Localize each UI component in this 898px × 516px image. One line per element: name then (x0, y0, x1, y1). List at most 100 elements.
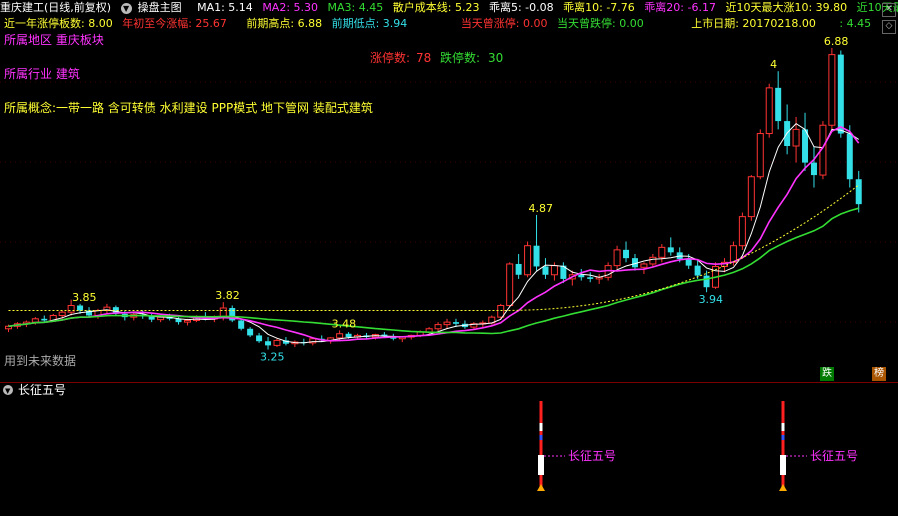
candle-body (828, 54, 836, 126)
candle-body (345, 333, 352, 338)
candle-body (756, 133, 764, 178)
signal-label-1: 长征五号 (568, 449, 616, 463)
candle-body (497, 305, 505, 318)
candle-body (542, 266, 549, 275)
candle-body (792, 128, 800, 147)
candle-body (694, 265, 701, 276)
candle-body (738, 216, 746, 247)
candle-body (846, 133, 853, 180)
candle-body (41, 318, 48, 321)
concept-label: 所属概念:一带一路 含可转债 水利建设 PPP模式 地下管网 装配式建筑 (4, 100, 373, 115)
candle-body (810, 162, 817, 176)
signal-label-2: 长征五号 (810, 449, 858, 463)
indicator-row-2: 近一年涨停板数: 8.00 年初至今涨幅: 25.67 前期高点: 6.88 前… (0, 16, 898, 32)
limit-down-count-value: 30 (488, 51, 503, 65)
window-controls: ✕ ◇ (881, 1, 896, 34)
bias5-value: 乖离5: -0.08 (488, 1, 554, 14)
candle-body (667, 247, 674, 253)
chevron-down-icon[interactable]: ▼ (120, 2, 132, 14)
candle-body (775, 87, 782, 122)
candle-body (649, 256, 657, 265)
fall-marker: 跌 (820, 367, 834, 381)
candle-body (77, 305, 84, 311)
listing-date-value: 上市日期: 20170218.00 (691, 17, 816, 30)
sub-indicator-panel[interactable]: ▼ 长征五号 长征五号 长征五号 (0, 383, 898, 516)
chart-menu[interactable]: ▼ 操盘主图 (120, 1, 188, 14)
candle-body (658, 246, 666, 258)
candle-body (443, 321, 451, 326)
price-label: 3.48 (332, 317, 357, 330)
candle-body (183, 319, 191, 323)
bias10-value: 乖离10: -7.76 (563, 1, 635, 14)
region-label: 所属地区 重庆板块 (4, 33, 104, 47)
candle-body (506, 263, 514, 307)
candle-body (578, 274, 585, 278)
candle-body (265, 341, 272, 346)
price-label: 3.82 (215, 289, 240, 302)
rocket-signal-2: 长征五号 (779, 401, 858, 491)
candle-body (238, 320, 245, 329)
ytd-change-value: 年初至今涨幅: 25.67 (122, 17, 227, 30)
candle-body (703, 275, 710, 288)
limit-up-count-label: 涨停数: (370, 50, 410, 65)
price-label: 6.88 (824, 35, 849, 48)
candle-body (452, 322, 459, 324)
price-labels: 3.85 3.82 3.48 3.25 4.87 3.94 6.88 4 (72, 35, 848, 364)
prev-low-value: 前期低点: 3.94 (331, 17, 408, 30)
stock-title[interactable]: 重庆建工(日线,前复权) (0, 1, 111, 14)
candle-body (587, 277, 594, 279)
candle-body (613, 249, 621, 267)
candle-body (533, 245, 540, 267)
close-icon[interactable]: ✕ (882, 3, 896, 17)
today-limit-down-value: 当天曾跌停: 0.00 (557, 17, 644, 30)
candle-body (273, 339, 281, 346)
indicator-header: 重庆建工(日线,前复权) ▼ 操盘主图 MA1: 5.14 MA2: 5.30 M… (0, 0, 898, 34)
price-label: 4.87 (529, 202, 554, 215)
industry-label: 所属行业 建筑 (4, 66, 80, 81)
limit-up-year-value: 近一年涨停板数: 8.00 (4, 17, 113, 30)
candle-body (765, 87, 773, 135)
candlestick-series (4, 47, 862, 350)
candle-body (247, 328, 254, 336)
candle-body (31, 318, 39, 323)
ma3-value: MA3: 4.45 (327, 1, 384, 14)
ma2-line (8, 126, 860, 342)
candle-body (855, 179, 862, 205)
limit-down-count-label: 跌停数: (440, 50, 480, 65)
candle-body (67, 305, 75, 313)
price-label: 3.85 (72, 291, 97, 304)
candle-body (623, 249, 630, 259)
bias20-value: 乖离20: -6.17 (644, 1, 716, 14)
today-limit-up-value: 当天曾涨停: 0.00 (460, 17, 548, 30)
ma2-value: MA2: 5.30 (262, 1, 319, 14)
candle-body (550, 265, 558, 276)
retail-cost-value: 散户成本线: 5.23 (392, 1, 480, 14)
price-label: 3.25 (260, 351, 285, 364)
candle-body (336, 333, 344, 339)
candle-body (685, 258, 692, 266)
max-rise10-value: 近10天最大涨10: 39.80 (725, 1, 848, 14)
prev-high-value: 前期高点: 6.88 (246, 17, 323, 30)
last-value: : 4.45 (839, 17, 872, 30)
price-label: 3.94 (699, 293, 724, 306)
chart-menu-label: 操盘主图 (137, 1, 182, 14)
grid-lines (0, 81, 898, 323)
indicator-row-1: 重庆建工(日线,前复权) ▼ 操盘主图 MA1: 5.14 MA2: 5.30 M… (0, 0, 898, 16)
rank-marker: 榜 (872, 367, 886, 381)
candle-body (837, 54, 844, 134)
main-price-chart[interactable]: 3.85 3.823.483.254.873.946.884 所属地区 重庆板块 … (0, 32, 898, 382)
future-data-warning: 用到未来数据 (4, 353, 76, 368)
candle-body (515, 263, 522, 275)
price-label: 4 (770, 58, 777, 71)
candle-body (729, 245, 737, 263)
ma1-value: MA1: 5.14 (197, 1, 253, 14)
candle-body (524, 245, 532, 276)
candle-body (58, 311, 66, 316)
candle-body (434, 324, 442, 330)
rocket-signal-1: 长征五号 (537, 401, 616, 491)
candle-body (747, 176, 755, 218)
chevron-glyph: ▼ (5, 387, 11, 395)
limit-up-count-value: 78 (416, 51, 431, 65)
candle-body (256, 335, 263, 342)
subpanel-title: 长征五号 (18, 383, 66, 397)
